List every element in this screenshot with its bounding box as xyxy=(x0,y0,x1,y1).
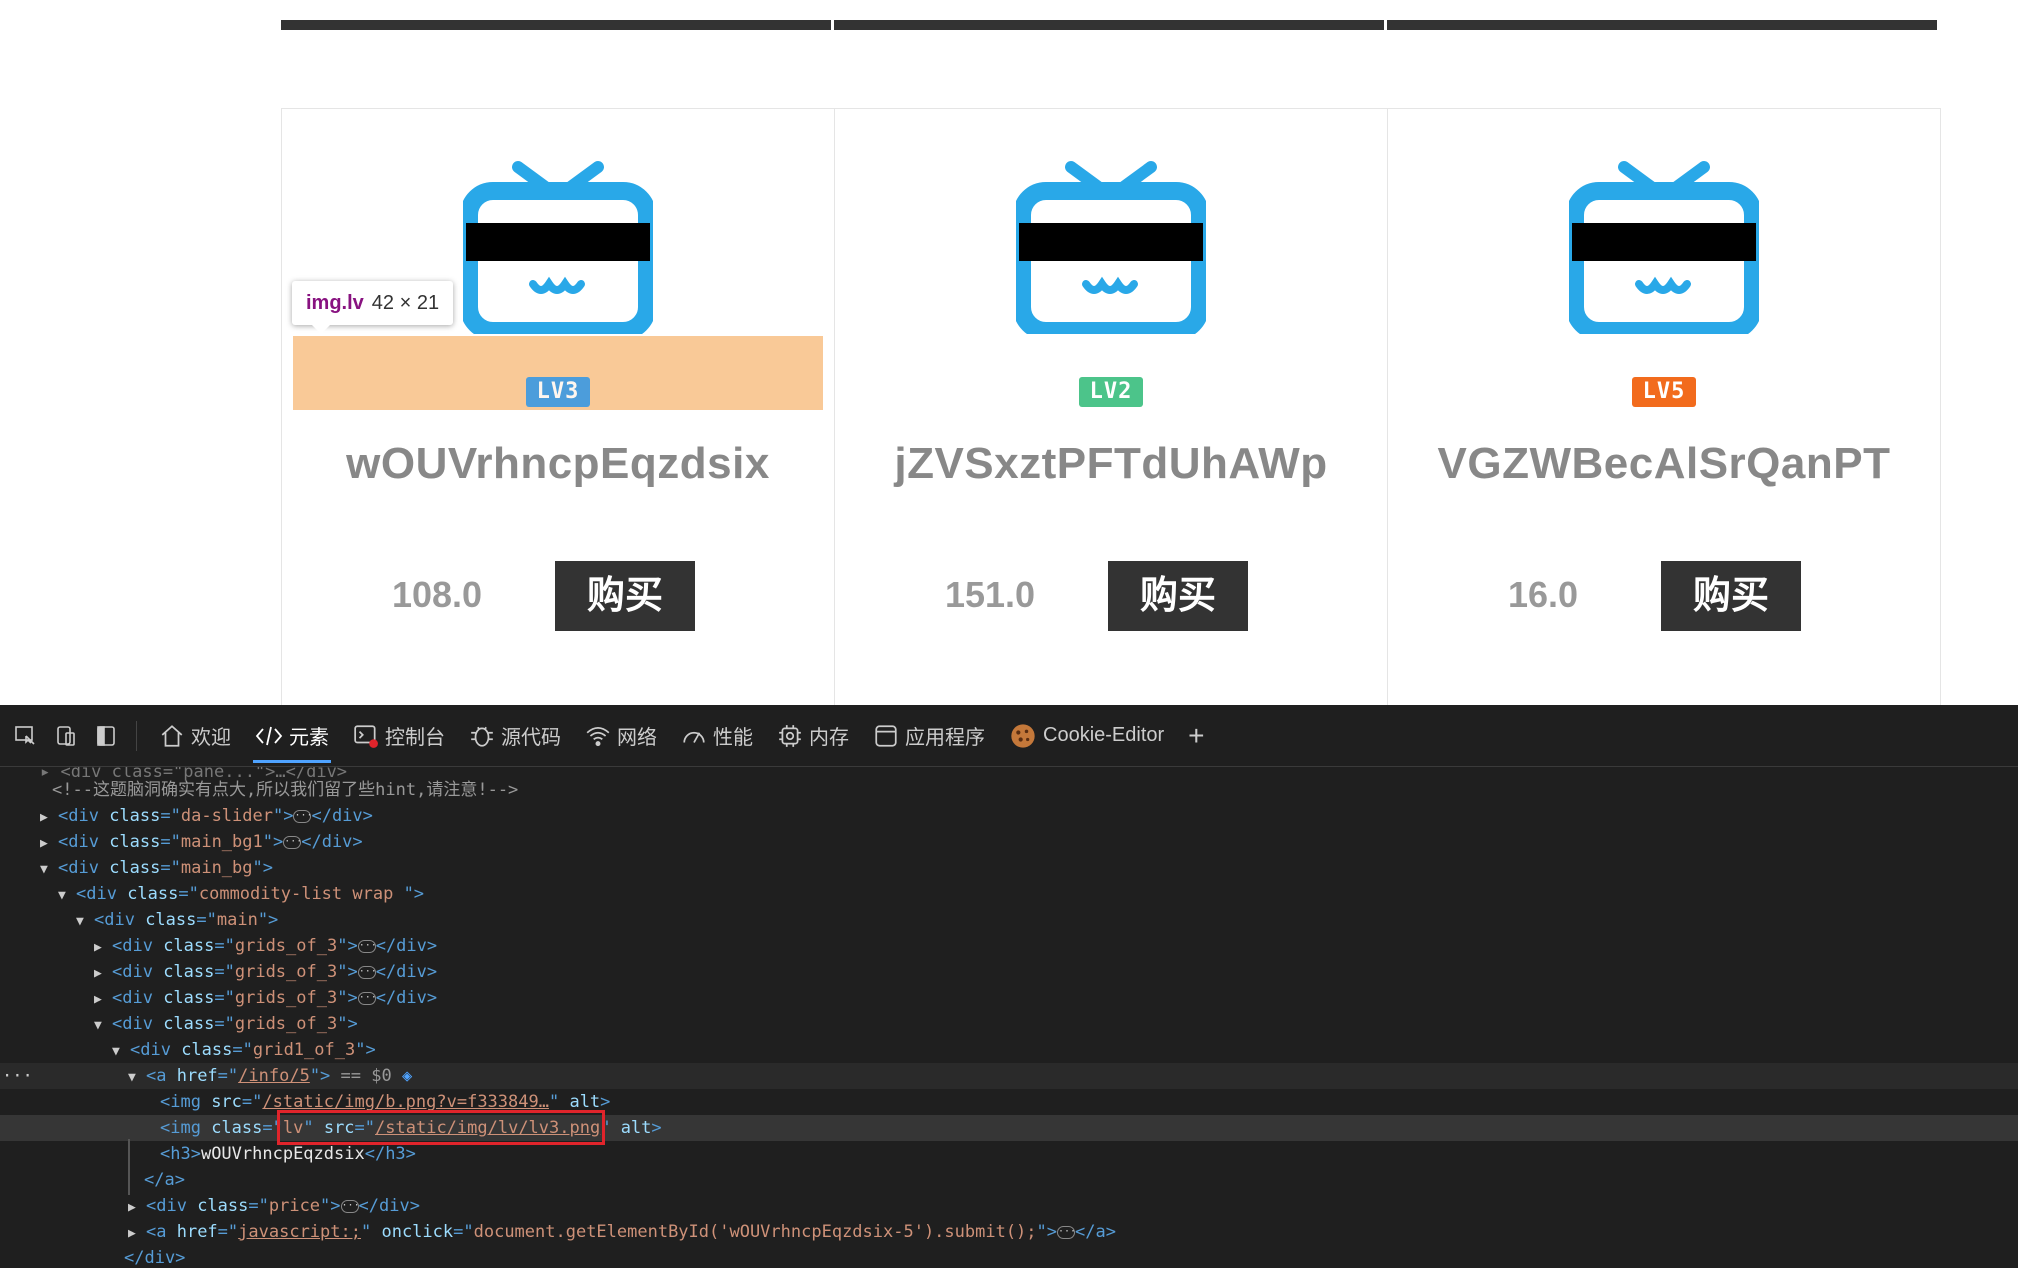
tab-performance[interactable]: 性能 xyxy=(669,705,765,767)
devtools-panel: 欢迎 元素 控制台 源代码 网络 性能 内存 应用程序 Cookie-Edito… xyxy=(0,705,2018,1268)
tab-application-label: 应用程序 xyxy=(905,727,985,749)
dom-node-grids-of-3[interactable]: ▶ <div class="grids_of_3">···</div> xyxy=(0,985,2018,1011)
dom-node-commodity-list[interactable]: ▼ <div class="commodity-list wrap "> xyxy=(0,881,2018,907)
dom-node-anchor-info[interactable]: ··· ▼ <a href="/info/5"> == $0 ◈ xyxy=(0,1063,2018,1089)
tab-cookie-editor-label: Cookie-Editor xyxy=(1043,724,1165,746)
tree-guide-line xyxy=(128,1139,130,1195)
card-top-bar xyxy=(1387,20,1937,30)
dom-node-da-slider[interactable]: ▶ <div class="da-slider">···</div> xyxy=(0,803,2018,829)
dom-node-div-close[interactable]: </div> xyxy=(0,1245,2018,1268)
product-price: 16.0 xyxy=(1507,574,1579,615)
add-tab-button[interactable]: + xyxy=(1176,705,1216,767)
dom-node-grids-of-3[interactable]: ▼ <div class="grids_of_3"> xyxy=(0,1011,2018,1037)
censor-bar xyxy=(1019,223,1203,261)
chip-icon xyxy=(779,724,801,747)
cookie-icon xyxy=(1011,723,1035,748)
tooltip-selector: img.lv xyxy=(306,292,364,314)
tab-elements[interactable]: 元素 xyxy=(243,705,341,767)
tab-cookie-editor[interactable]: Cookie-Editor xyxy=(997,705,1176,767)
dom-node-grid1-of-3[interactable]: ▼ <div class="grid1_of_3"> xyxy=(0,1037,2018,1063)
tab-network-label: 网络 xyxy=(617,727,657,749)
code-icon xyxy=(255,726,283,745)
console-icon xyxy=(354,724,378,748)
level-badge: LV2 xyxy=(1079,377,1143,407)
product-price: 108.0 xyxy=(391,574,483,615)
product-name[interactable]: jZVSxztPFTdUhAWp xyxy=(835,439,1387,489)
tab-sources-label: 源代码 xyxy=(501,727,561,749)
dom-node-main-bg[interactable]: ▼ <div class="main_bg"> xyxy=(0,855,2018,881)
tab-console-label: 控制台 xyxy=(385,727,445,749)
inspector-tooltip: img.lv 42 × 21 xyxy=(292,281,454,334)
card-top-bar xyxy=(834,20,1384,30)
dom-node-main-bg1[interactable]: ▶ <div class="main_bg1">···</div> xyxy=(0,829,2018,855)
product-name[interactable]: VGZWBecAlSrQanPT xyxy=(1388,439,1940,489)
dom-tree[interactable]: ▸ <div class="pane...">…</div> <!--这题脑洞确… xyxy=(0,767,2018,1268)
product-card[interactable]: LV5 VGZWBecAlSrQanPT 16.0 购买 xyxy=(1387,108,1941,705)
copilot-icon[interactable]: ◈ xyxy=(402,1066,412,1086)
window-icon xyxy=(875,724,897,747)
tab-elements-label: 元素 xyxy=(289,727,329,749)
product-card[interactable]: LV2 jZVSxztPFTdUhAWp 151.0 购买 xyxy=(834,108,1388,705)
tab-performance-label: 性能 xyxy=(713,727,753,749)
censor-bar xyxy=(1572,223,1756,261)
tab-welcome-label: 欢迎 xyxy=(191,727,231,749)
tooltip-size: 42 × 21 xyxy=(371,292,440,314)
product-price: 151.0 xyxy=(944,574,1036,615)
dom-node-anchor-submit[interactable]: ▶ <a href="javascript:;" onclick="documen… xyxy=(0,1219,2018,1245)
dom-comment[interactable]: <!--这题脑洞确实有点大,所以我们留了些hint,请注意!--> xyxy=(0,777,2018,803)
bug-icon xyxy=(471,726,493,747)
product-name[interactable]: wOUVrhncpEqzdsix xyxy=(282,439,834,489)
card-top-bar xyxy=(281,20,831,30)
devtools-tab-bar: 欢迎 元素 控制台 源代码 网络 性能 内存 应用程序 Cookie-Edito… xyxy=(0,705,2018,767)
product-card[interactable]: LV3 img.lv 42 × 21 wOUVrhncpEqzdsix 108.0… xyxy=(281,108,835,705)
dom-node-grids-of-3[interactable]: ▶ <div class="grids_of_3">···</div> xyxy=(0,959,2018,985)
device-emulation-icon[interactable] xyxy=(46,716,86,756)
tab-sources[interactable]: 源代码 xyxy=(457,705,573,767)
level-badge: LV5 xyxy=(1632,377,1696,407)
page-viewport: LV3 img.lv 42 × 21 wOUVrhncpEqzdsix 108.0… xyxy=(0,0,2018,705)
buy-button[interactable]: 购买 xyxy=(1661,561,1801,631)
tab-memory[interactable]: 内存 xyxy=(765,705,861,767)
inspect-element-icon[interactable] xyxy=(6,716,46,756)
more-options-icon[interactable]: ··· xyxy=(2,1063,33,1089)
dom-node-anchor-close[interactable]: </a> xyxy=(0,1167,2018,1193)
dock-side-icon[interactable] xyxy=(86,716,126,756)
tab-welcome[interactable]: 欢迎 xyxy=(147,705,243,767)
dom-node-grids-of-3[interactable]: ▶ <div class="grids_of_3">···</div> xyxy=(0,933,2018,959)
toolbar-divider xyxy=(136,720,137,751)
buy-button[interactable]: 购买 xyxy=(1108,561,1248,631)
tab-console[interactable]: 控制台 xyxy=(341,705,457,767)
home-icon xyxy=(161,724,183,747)
censor-bar xyxy=(466,223,650,261)
gauge-icon xyxy=(683,731,705,743)
tab-application[interactable]: 应用程序 xyxy=(861,705,997,767)
buy-button[interactable]: 购买 xyxy=(555,561,695,631)
dom-node-price[interactable]: ▶ <div class="price">···</div> xyxy=(0,1193,2018,1219)
dom-node-main[interactable]: ▼ <div class="main"> xyxy=(0,907,2018,933)
tab-memory-label: 内存 xyxy=(809,727,849,749)
level-badge: LV3 xyxy=(526,377,590,407)
wifi-icon xyxy=(586,726,610,746)
annotation-red-box xyxy=(277,1110,605,1145)
tab-network[interactable]: 网络 xyxy=(573,705,669,767)
